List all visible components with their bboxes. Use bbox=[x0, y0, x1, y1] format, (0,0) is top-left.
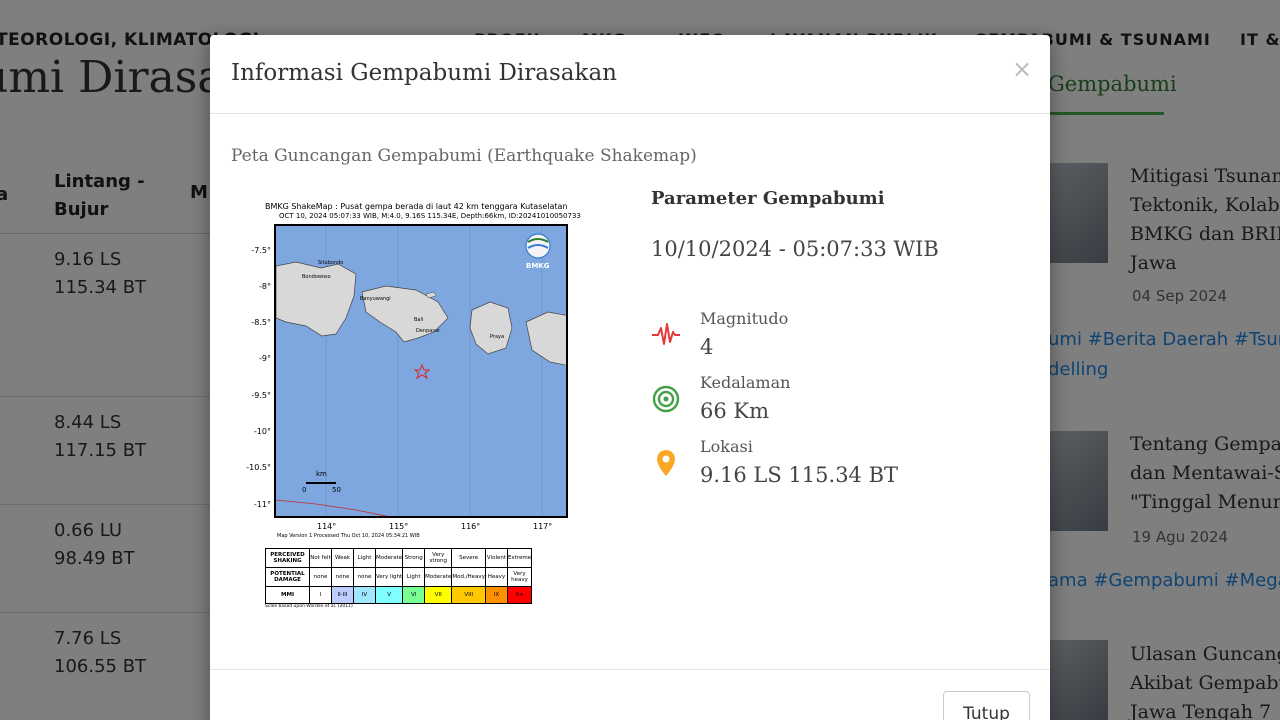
place-label: Banyuwangi bbox=[360, 296, 391, 302]
scale-label-0: 0 bbox=[302, 486, 306, 494]
shakemap-map: Situbondo Bondowoso Banyuwangi Bali Denp… bbox=[274, 224, 568, 518]
y-tick: -10.5° bbox=[246, 463, 271, 472]
close-button[interactable]: Tutup bbox=[943, 691, 1030, 720]
mmi-cell: VII bbox=[424, 586, 453, 604]
close-icon[interactable]: × bbox=[1010, 55, 1034, 83]
place-label: Bali bbox=[414, 317, 423, 323]
depth-value: 66 Km bbox=[700, 399, 769, 423]
shakemap-subcaption: OCT 10, 2024 05:07:33 WIB, M:4.0, 9.16S … bbox=[279, 212, 581, 220]
y-tick: -9° bbox=[259, 354, 271, 363]
scale-bar bbox=[306, 482, 336, 484]
scale-unit: km bbox=[316, 470, 327, 478]
modal-header: Informasi Gempabumi Dirasakan × bbox=[210, 35, 1050, 114]
y-tick: -9.5° bbox=[251, 391, 271, 400]
bmkg-logo: BMKG bbox=[525, 233, 551, 270]
place-label: Situbondo bbox=[318, 260, 343, 266]
y-tick: -7.5° bbox=[251, 246, 271, 255]
y-tick: -8.5° bbox=[251, 318, 271, 327]
mmi-cell: V bbox=[374, 586, 404, 604]
subduction-trench bbox=[276, 499, 389, 516]
x-tick: 114° bbox=[317, 522, 337, 531]
parameters-title: Parameter Gempabumi bbox=[651, 188, 885, 209]
shakemap-svg: Situbondo Bondowoso Banyuwangi Bali Denp… bbox=[276, 226, 566, 516]
magnitude-value: 4 bbox=[700, 335, 714, 359]
scale-label-50: 50 bbox=[332, 486, 341, 494]
row-label-shaking: PERCEIVED SHAKING bbox=[265, 548, 310, 568]
map-gridlines bbox=[325, 226, 543, 516]
land-lombok bbox=[469, 301, 513, 355]
magnitude-label: Magnitudo bbox=[700, 309, 789, 328]
location-pin-icon bbox=[657, 450, 675, 476]
intensity-scale-table: PERCEIVED SHAKING Not felt Weak Light Mode… bbox=[265, 548, 533, 604]
y-tick: -10° bbox=[253, 427, 271, 436]
x-tick: 115° bbox=[389, 522, 409, 531]
x-tick: 117° bbox=[533, 522, 553, 531]
place-label: Bondowoso bbox=[302, 274, 331, 280]
shakemap-caption: BMKG ShakeMap : Pusat gempa berada di la… bbox=[265, 202, 568, 211]
shakemap-image: BMKG ShakeMap : Pusat gempa berada di la… bbox=[241, 198, 581, 613]
mmi-cell: IX bbox=[484, 586, 508, 604]
land-sumbawa bbox=[525, 311, 566, 366]
row-label-damage: POTENTIAL DAMAGE bbox=[265, 567, 310, 587]
mmi-cell: IV bbox=[353, 586, 376, 604]
event-datetime: 10/10/2024 - 05:07:33 WIB bbox=[651, 237, 939, 261]
place-label: Denpasar bbox=[416, 328, 441, 334]
bmkg-logo-text: BMKG bbox=[526, 262, 550, 270]
location-value: 9.16 LS 115.34 BT bbox=[700, 463, 899, 487]
modal-footer: Tutup bbox=[210, 669, 1050, 720]
scale-footnote: Scale based upon Worden et al. (2011) bbox=[265, 604, 353, 609]
place-label: Praya bbox=[490, 334, 504, 340]
map-version-text: Map Version 1 Processed Thu Oct 10, 2024… bbox=[277, 533, 420, 539]
y-tick: -11° bbox=[253, 500, 271, 509]
mmi-cell: X+ bbox=[506, 586, 533, 604]
modal-title: Informasi Gempabumi Dirasakan bbox=[231, 60, 617, 86]
location-label: Lokasi bbox=[700, 437, 753, 456]
earthquake-info-modal: Informasi Gempabumi Dirasakan × Peta Gun… bbox=[210, 35, 1050, 720]
x-tick: 116° bbox=[461, 522, 481, 531]
shakemap-section-title: Peta Guncangan Gempabumi (Earthquake Sha… bbox=[231, 146, 697, 166]
mmi-cell: VIII bbox=[451, 586, 486, 604]
mmi-cell: II-III bbox=[331, 586, 354, 604]
mmi-cell: I bbox=[309, 586, 332, 604]
depth-label: Kedalaman bbox=[700, 373, 791, 392]
depth-rings-icon bbox=[652, 385, 680, 413]
epicenter-star bbox=[413, 363, 431, 380]
row-label-mmi: MMI bbox=[265, 586, 310, 604]
land-small-islands bbox=[425, 291, 437, 299]
mmi-cell: VI bbox=[402, 586, 426, 604]
y-tick: -8° bbox=[259, 282, 271, 291]
seismograph-icon bbox=[652, 323, 680, 345]
